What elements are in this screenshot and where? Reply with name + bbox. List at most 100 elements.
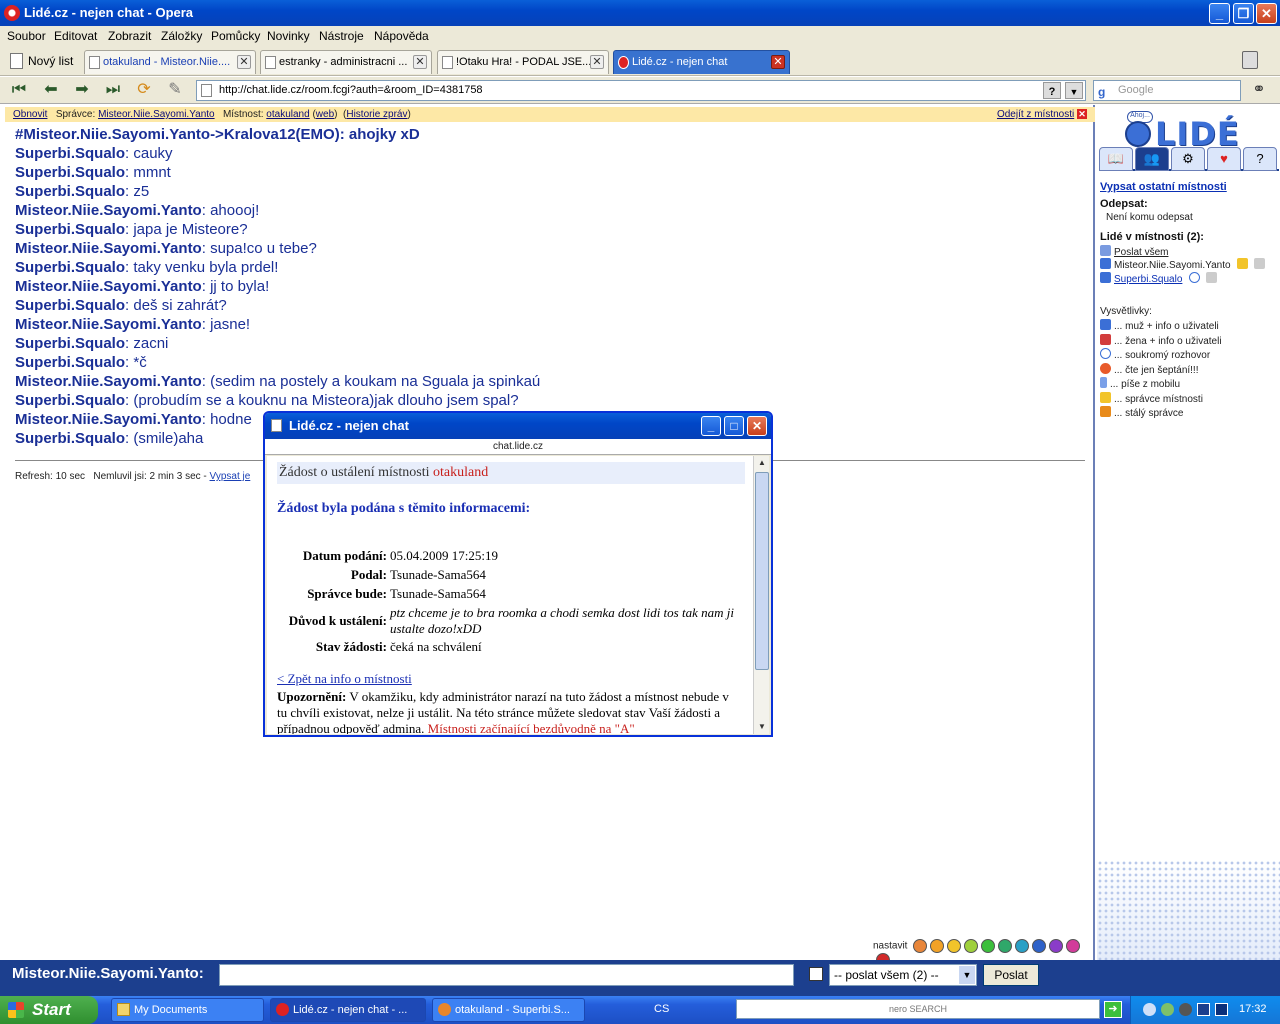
gears-icon[interactable]: ⚙ bbox=[1171, 147, 1205, 171]
tab-lide-chat[interactable]: Lidé.cz - nejen chat ✕ bbox=[613, 50, 790, 74]
nick[interactable]: Superbi.Squalo bbox=[15, 164, 125, 181]
smiley-icon[interactable] bbox=[913, 939, 928, 953]
forward-icon[interactable]: ➡ bbox=[71, 80, 93, 100]
language-indicator[interactable]: CS bbox=[654, 1003, 669, 1015]
maximize-button[interactable]: □ bbox=[724, 416, 744, 436]
menu-soubor[interactable]: Soubor bbox=[7, 29, 46, 43]
user-name[interactable]: Misteor.Niie.Sayomi.Yanto bbox=[1114, 260, 1231, 271]
smiley-icon[interactable] bbox=[964, 939, 979, 953]
nick[interactable]: Superbi.Squalo bbox=[15, 145, 125, 162]
private-checkbox[interactable] bbox=[809, 967, 823, 981]
nick[interactable]: Superbi.Squalo bbox=[15, 221, 125, 238]
send-button[interactable]: Poslat bbox=[983, 964, 1039, 986]
tray-icon[interactable] bbox=[1143, 1003, 1156, 1016]
new-tab-button[interactable]: Nový list bbox=[6, 50, 73, 72]
message-input[interactable] bbox=[219, 964, 794, 986]
close-tab-icon[interactable]: ✕ bbox=[771, 55, 785, 69]
smiley-settings-label[interactable]: nastavit bbox=[873, 941, 907, 952]
menu-napoveda[interactable]: Nápověda bbox=[374, 29, 429, 43]
smiley-icon[interactable] bbox=[981, 939, 996, 953]
go-arrow-icon[interactable]: ➜ bbox=[1104, 1001, 1122, 1018]
chevron-down-icon[interactable]: ▼ bbox=[959, 966, 975, 984]
task-lide-chat[interactable]: Lidé.cz - nejen chat - ... bbox=[270, 998, 426, 1022]
edit-icon[interactable]: ✎ bbox=[164, 80, 186, 100]
smiley-icon[interactable] bbox=[1066, 939, 1081, 953]
tab-otakuland[interactable]: otakuland - Misteor.Niie.... ✕ bbox=[84, 50, 256, 74]
smiley-icon[interactable] bbox=[930, 939, 945, 953]
minimize-button[interactable]: _ bbox=[701, 416, 721, 436]
send-all-link[interactable]: Poslat všem bbox=[1114, 247, 1168, 258]
menu-zobrazit[interactable]: Zobrazit bbox=[108, 29, 151, 43]
admin-link[interactable]: Misteor.Niie.Sayomi.Yanto bbox=[98, 109, 215, 120]
menu-editovat[interactable]: Editovat bbox=[54, 29, 97, 43]
nick[interactable]: Superbi.Squalo bbox=[15, 430, 125, 447]
task-my-documents[interactable]: My Documents bbox=[111, 998, 264, 1022]
user-name[interactable]: Superbi.Squalo bbox=[1114, 274, 1182, 285]
smiley-icon[interactable] bbox=[947, 939, 962, 953]
start-button[interactable]: Start bbox=[0, 996, 98, 1024]
nick[interactable]: Misteor.Niie.Sayomi.Yanto bbox=[15, 202, 202, 219]
close-tab-icon[interactable]: ✕ bbox=[237, 55, 251, 69]
help-bubble-icon[interactable]: ? bbox=[1243, 147, 1277, 171]
play-icon[interactable] bbox=[1197, 1003, 1210, 1016]
user-row[interactable]: Superbi.Squalo bbox=[1100, 272, 1220, 285]
close-button[interactable]: ✕ bbox=[1256, 3, 1277, 24]
nick[interactable]: Superbi.Squalo bbox=[15, 392, 125, 409]
chat-bubble-icon[interactable] bbox=[1189, 272, 1201, 283]
media-icon[interactable] bbox=[1179, 1003, 1192, 1016]
leave-room-link[interactable]: Odejít z místnosti bbox=[997, 109, 1074, 120]
dropdown-icon[interactable]: ▼ bbox=[1065, 82, 1083, 99]
nick[interactable]: Misteor.Niie.Sayomi.Yanto bbox=[15, 373, 202, 390]
nick[interactable]: Superbi.Squalo bbox=[15, 335, 125, 352]
scroll-up-icon[interactable]: ▲ bbox=[755, 456, 769, 470]
back-link[interactable]: < Zpět na info o místnosti bbox=[277, 671, 412, 687]
menu-pomucky[interactable]: Pomůcky bbox=[211, 29, 260, 43]
trash-icon[interactable] bbox=[1242, 51, 1258, 69]
back-icon[interactable]: ⬅ bbox=[40, 80, 62, 100]
minimize-button[interactable]: _ bbox=[1209, 3, 1230, 24]
nick[interactable]: Misteor.Niie.Sayomi.Yanto bbox=[15, 240, 202, 257]
network-icon[interactable] bbox=[1161, 1003, 1174, 1016]
hearts-icon[interactable]: ♥ bbox=[1207, 147, 1241, 171]
popup-scrollbar[interactable]: ▲ ▼ bbox=[753, 456, 769, 734]
nick[interactable]: Misteor.Niie.Sayomi.Yanto bbox=[15, 278, 202, 295]
task-otakuland[interactable]: otakuland - Superbi.S... bbox=[432, 998, 585, 1022]
smiley-icon[interactable] bbox=[1032, 939, 1047, 953]
address-input[interactable]: http://chat.lide.cz/room.fcgi?auth=&room… bbox=[196, 80, 1086, 101]
close-tab-icon[interactable]: ✕ bbox=[413, 55, 427, 69]
menu-zalozky[interactable]: Záložky bbox=[161, 29, 202, 43]
user-row[interactable]: Misteor.Niie.Sayomi.Yanto bbox=[1100, 258, 1268, 271]
close-tab-icon[interactable]: ✕ bbox=[590, 55, 604, 69]
monitor-icon[interactable] bbox=[1215, 1003, 1228, 1016]
send-all-row[interactable]: Poslat všem bbox=[1100, 245, 1168, 258]
tab-otaku-hra[interactable]: !Otaku Hra! - PODAL JSE... ✕ bbox=[437, 50, 609, 74]
nick[interactable]: Misteor.Niie.Sayomi.Yanto bbox=[15, 316, 202, 333]
maximize-button[interactable]: ❐ bbox=[1233, 3, 1254, 24]
nick[interactable]: Superbi.Squalo bbox=[15, 297, 125, 314]
scroll-thumb[interactable] bbox=[755, 472, 769, 670]
room-link[interactable]: otakuland bbox=[266, 109, 309, 120]
web-link[interactable]: web bbox=[316, 109, 334, 120]
close-button[interactable]: ✕ bbox=[747, 416, 767, 436]
list-link[interactable]: Vypsat je bbox=[210, 471, 251, 482]
book-icon[interactable]: 📖 bbox=[1099, 147, 1133, 171]
recipient-select[interactable]: -- poslat všem (2) -- ▼ bbox=[829, 964, 977, 986]
fast-forward-icon[interactable]: ⏭ bbox=[102, 80, 124, 100]
people-icon[interactable]: 👥 bbox=[1135, 147, 1169, 171]
history-link[interactable]: Historie zpráv bbox=[346, 109, 407, 120]
menu-nastroje[interactable]: Nástroje bbox=[319, 29, 364, 43]
binoculars-icon[interactable]: ⚭ bbox=[1248, 80, 1270, 100]
search-input[interactable]: g Google bbox=[1093, 80, 1241, 101]
nick[interactable]: Misteor.Niie.Sayomi.Yanto bbox=[15, 411, 202, 428]
smiley-icon[interactable] bbox=[998, 939, 1013, 953]
scroll-down-icon[interactable]: ▼ bbox=[755, 720, 769, 734]
refresh-link[interactable]: Obnovit bbox=[13, 109, 47, 120]
reload-icon[interactable]: ⟳ bbox=[133, 80, 155, 100]
smiley-icon[interactable] bbox=[1015, 939, 1030, 953]
nick[interactable]: Superbi.Squalo bbox=[15, 259, 125, 276]
tab-estranky[interactable]: estranky - administracni ... ✕ bbox=[260, 50, 432, 74]
rewind-icon[interactable]: ⏮ bbox=[8, 80, 30, 100]
list-rooms-link[interactable]: Vypsat ostatní místnosti bbox=[1100, 179, 1227, 193]
nero-search-input[interactable]: nero SEARCH bbox=[736, 999, 1100, 1019]
menu-novinky[interactable]: Novinky bbox=[267, 29, 310, 43]
